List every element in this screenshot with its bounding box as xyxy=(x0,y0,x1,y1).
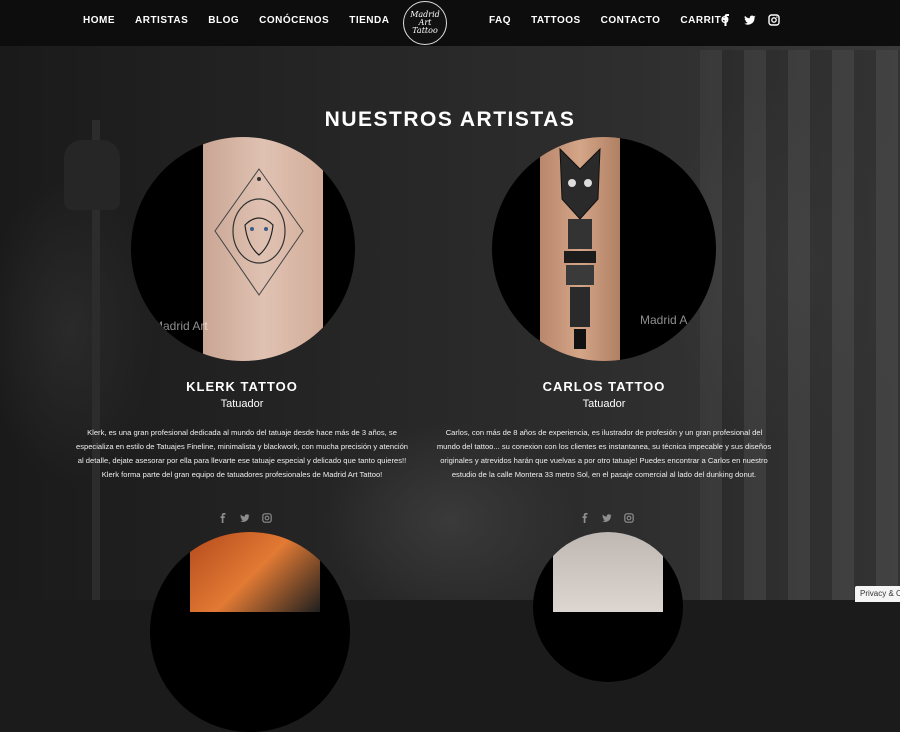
artist-socials xyxy=(218,510,272,523)
nav-contacto[interactable]: CONTACTO xyxy=(601,15,661,26)
instagram-icon[interactable] xyxy=(262,510,272,523)
twitter-icon[interactable] xyxy=(744,13,756,25)
twitter-icon[interactable] xyxy=(240,510,250,522)
instagram-icon[interactable] xyxy=(624,510,634,523)
artist-role: Tatuador xyxy=(220,398,264,410)
instagram-icon[interactable] xyxy=(768,13,780,26)
nav-home[interactable]: HOME xyxy=(83,15,115,26)
artist-photo-klerk[interactable]: Madrid Art xyxy=(131,137,355,361)
artist-name: CARLOS TATTOO xyxy=(542,379,666,394)
logo-line-3: Tattoo xyxy=(412,26,438,35)
artist-photo-next-left[interactable] xyxy=(150,532,350,732)
nav-artistas[interactable]: ARTISTAS xyxy=(135,15,188,26)
artist-bio: Klerk, es una gran profesional dedicada … xyxy=(75,428,409,479)
background-lamp xyxy=(64,140,120,210)
header-socials xyxy=(720,13,780,26)
artist-bio: Carlos, con más de 8 años de experiencia… xyxy=(436,428,772,479)
facebook-icon[interactable] xyxy=(580,510,590,523)
artist-photo-next-right[interactable] xyxy=(533,532,683,682)
photo-watermark: Madrid Art xyxy=(153,319,208,333)
main-nav-right: FAQ TATTOOS CONTACTO CARRITO xyxy=(489,15,749,26)
facebook-icon[interactable] xyxy=(218,510,228,523)
site-header: HOME ARTISTAS BLOG CONÓCENOS TIENDA Madr… xyxy=(0,0,900,46)
section-title: NUESTROS ARTISTAS xyxy=(324,108,576,131)
nav-tattoos[interactable]: TATTOOS xyxy=(531,15,581,26)
forearm-tattoo-illustration xyxy=(559,147,601,349)
site-logo[interactable]: Madrid Art Tattoo xyxy=(403,1,447,45)
facebook-icon[interactable] xyxy=(720,13,732,26)
nav-conocenos[interactable]: CONÓCENOS xyxy=(259,15,329,26)
artist-name: KLERK TATTOO xyxy=(186,379,298,394)
background-shelves xyxy=(700,50,900,600)
main-nav-left: HOME ARTISTAS BLOG CONÓCENOS TIENDA xyxy=(83,15,409,26)
twitter-icon[interactable] xyxy=(602,510,612,522)
nav-blog[interactable]: BLOG xyxy=(208,15,239,26)
photo-watermark: Madrid A xyxy=(640,313,688,327)
nav-tienda[interactable]: TIENDA xyxy=(349,15,389,26)
artist-socials xyxy=(580,510,634,523)
nav-faq[interactable]: FAQ xyxy=(489,15,511,26)
artist-role: Tatuador xyxy=(582,398,626,410)
artist-photo-carlos[interactable]: Madrid A xyxy=(492,137,716,361)
lion-tattoo-illustration xyxy=(214,168,304,296)
